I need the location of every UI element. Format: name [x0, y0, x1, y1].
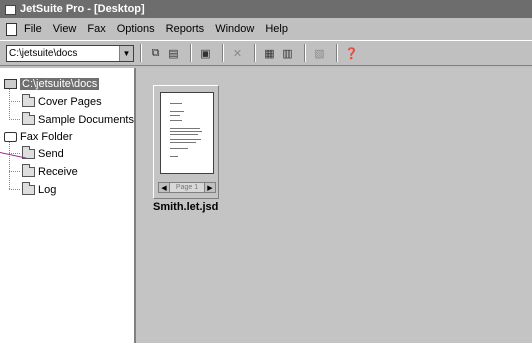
- text-line: [170, 128, 200, 129]
- toolbar-separator: [190, 44, 192, 62]
- tree-item-label: Cover Pages: [38, 96, 102, 108]
- text-line: [170, 134, 198, 135]
- text-line: [170, 156, 178, 157]
- text-line: [170, 115, 180, 116]
- tree-item-label: Send: [38, 148, 64, 160]
- paste-button[interactable]: ▤: [166, 46, 181, 61]
- tree-item-label: Log: [38, 184, 57, 196]
- chevron-right-icon[interactable]: ▶: [204, 183, 215, 192]
- copy-icon: ⧉: [151, 46, 160, 59]
- text-line: [170, 120, 182, 121]
- help-pointer-button[interactable]: ❓: [344, 46, 359, 61]
- tree-connector: [9, 119, 20, 120]
- large-icons-view-icon: ▦: [264, 47, 275, 60]
- copy-button[interactable]: ⧉: [148, 46, 163, 61]
- chevron-left-icon[interactable]: ◀: [159, 183, 170, 192]
- paste-icon: ▤: [168, 47, 179, 60]
- path-value: C:\jetsuite\docs: [9, 47, 78, 59]
- list-view-icon: ▧: [314, 47, 325, 60]
- path-dropdown[interactable]: C:\jetsuite\docs ▼: [6, 44, 134, 62]
- menu-bar: File View Fax Options Reports Window Hel…: [0, 18, 532, 39]
- large-icons-view-button[interactable]: ▦: [262, 46, 277, 61]
- fax-icon: [4, 132, 17, 142]
- delete-icon: ✕: [232, 47, 243, 60]
- menu-options[interactable]: Options: [117, 23, 155, 35]
- menu-help[interactable]: Help: [265, 23, 288, 35]
- tree-item-label: Sample Documents: [38, 114, 134, 126]
- text-line: [170, 103, 182, 104]
- toolbar-separator: [140, 44, 142, 62]
- toolbar-separator: [254, 44, 256, 62]
- help-pointer-icon: ❓: [344, 47, 359, 60]
- tree-item-root-label: C:\jetsuite\docs: [20, 78, 100, 90]
- print-icon: ▣: [200, 47, 211, 60]
- page-preview: [160, 92, 214, 174]
- tree-connector: [9, 189, 20, 190]
- toolbar: C:\jetsuite\docs ▼ ⧉ ▤ ▣ ✕ ▦ ▥ ▧ ❓: [0, 40, 532, 66]
- text-line: [170, 139, 201, 140]
- document-menu-icon[interactable]: [4, 22, 18, 36]
- tree-item-label: Fax Folder: [20, 131, 73, 143]
- text-line: [170, 111, 184, 112]
- tree-item-root[interactable]: C:\jetsuite\docs: [4, 77, 100, 91]
- list-view-button[interactable]: ▧: [312, 46, 327, 61]
- tree-item-receive[interactable]: Receive: [22, 164, 78, 179]
- tree-item-fax-folder[interactable]: Fax Folder: [4, 130, 73, 144]
- toolbar-separator: [336, 44, 338, 62]
- folder-icon: [22, 94, 35, 107]
- print-button[interactable]: ▣: [198, 46, 213, 61]
- tree-item-log[interactable]: Log: [22, 182, 57, 197]
- toolbar-separator: [304, 44, 306, 62]
- tree-item-sample-documents[interactable]: Sample Documents: [22, 112, 134, 127]
- text-line: [170, 142, 196, 143]
- details-view-icon: ▥: [282, 47, 293, 60]
- document-view: ◀ Page 1 ▶ Smith.let.jsd: [136, 68, 532, 343]
- tree-item-send[interactable]: Send: [22, 146, 64, 161]
- menu-view[interactable]: View: [53, 23, 77, 35]
- chevron-down-icon[interactable]: ▼: [119, 45, 133, 61]
- folder-icon: [22, 112, 35, 125]
- system-menu-icon[interactable]: [4, 3, 16, 15]
- menu-file[interactable]: File: [24, 23, 42, 35]
- drive-icon: [4, 79, 17, 89]
- document-filename[interactable]: Smith.let.jsd: [153, 201, 223, 213]
- folder-tree: C:\jetsuite\docs Cover Pages Sample Docu…: [0, 68, 136, 343]
- page-label: Page 1: [175, 184, 199, 191]
- text-line: [170, 148, 188, 149]
- title-bar: JetSuite Pro - [Desktop]: [0, 0, 532, 18]
- menu-window[interactable]: Window: [215, 23, 254, 35]
- folder-icon: [22, 164, 35, 177]
- text-line: [170, 131, 202, 132]
- tree-item-label: Receive: [38, 166, 78, 178]
- page-scroller[interactable]: ◀ Page 1 ▶: [158, 182, 216, 193]
- tree-connector: [9, 171, 20, 172]
- tree-item-cover-pages[interactable]: Cover Pages: [22, 94, 102, 109]
- document-thumbnail[interactable]: ◀ Page 1 ▶: [153, 85, 219, 199]
- delete-button[interactable]: ✕: [230, 46, 245, 61]
- folder-icon: [22, 182, 35, 195]
- tree-connector: [9, 141, 10, 189]
- window-title: JetSuite Pro - [Desktop]: [20, 3, 145, 15]
- tree-connector: [9, 101, 20, 102]
- menu-reports[interactable]: Reports: [166, 23, 205, 35]
- menu-fax[interactable]: Fax: [87, 23, 105, 35]
- toolbar-separator: [222, 44, 224, 62]
- details-view-button[interactable]: ▥: [280, 46, 295, 61]
